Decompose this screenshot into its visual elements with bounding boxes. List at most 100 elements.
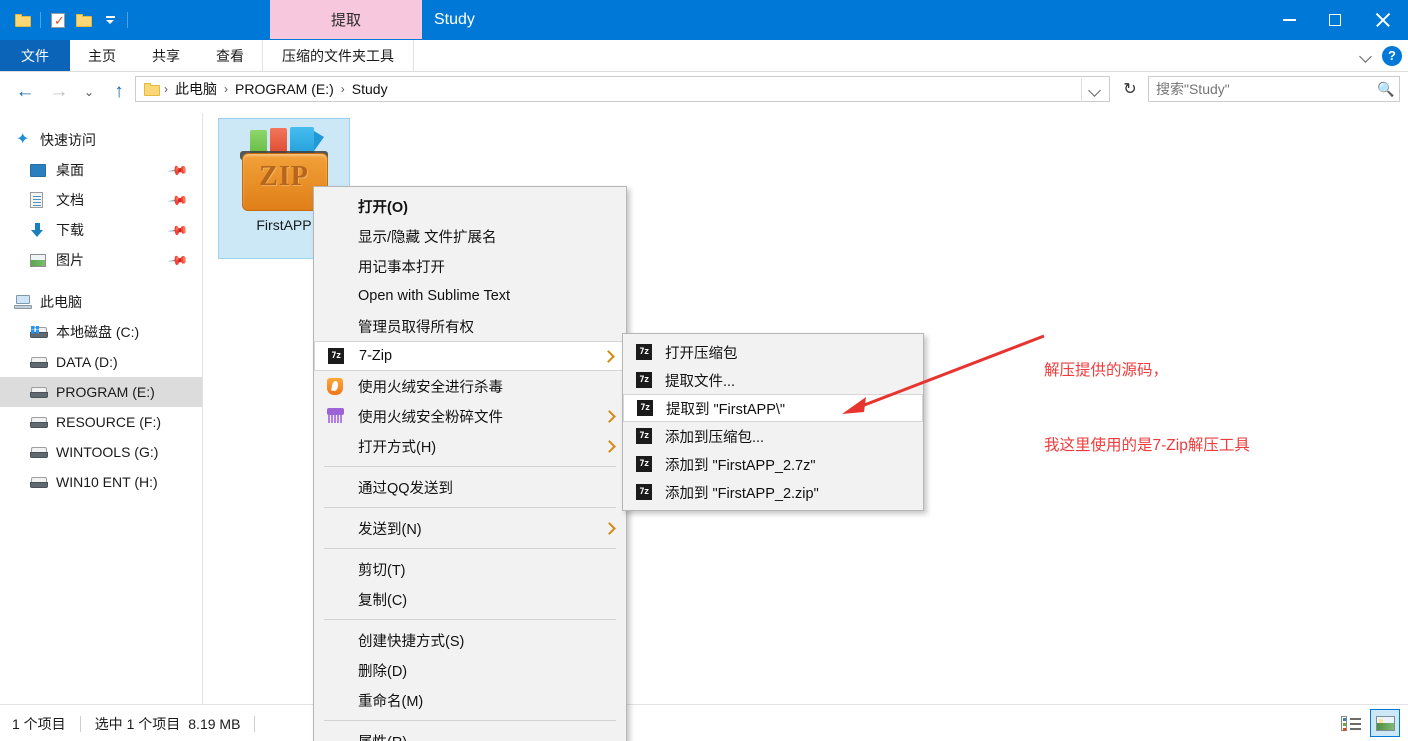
search-box[interactable]: 🔍 <box>1148 76 1400 102</box>
sidebar-item-wintools-g[interactable]: WINTOOLS (G:) <box>0 437 202 467</box>
this-pc-icon <box>14 294 38 310</box>
tab-compressed-folder-tools[interactable]: 压缩的文件夹工具 <box>262 40 414 71</box>
ribbon-tabs: 文件 主页 共享 查看 压缩的文件夹工具 <box>0 40 414 71</box>
sidebar-item-local-disk-c[interactable]: 本地磁盘 (C:) <box>0 317 202 347</box>
forward-button[interactable]: → <box>42 76 76 108</box>
star-pin-icon: ✦ <box>16 131 30 148</box>
folder-icon[interactable] <box>71 0 97 40</box>
menu-item-properties[interactable]: 属性(R) <box>314 726 626 741</box>
menu-item-label: 7-Zip <box>359 348 393 364</box>
menu-item-extract-files[interactable]: 7z 提取文件... <box>623 366 923 394</box>
pin-icon[interactable]: 📌 <box>167 160 189 183</box>
details-view-button[interactable] <box>1336 709 1366 737</box>
tab-file[interactable]: 文件 <box>0 40 70 71</box>
sidebar-item-resource-f[interactable]: RESOURCE (F:) <box>0 407 202 437</box>
drive-icon <box>30 476 54 489</box>
sidebar-item-label: 本地磁盘 (C:) <box>56 324 140 340</box>
menu-item-label: 删除(D) <box>358 663 408 680</box>
tab-home[interactable]: 主页 <box>70 40 134 71</box>
breadcrumb-item-program-e[interactable]: PROGRAM (E:) <box>230 81 339 97</box>
menu-item-extract-to-firstapp[interactable]: 7z 提取到 "FirstAPP\" <box>623 394 923 422</box>
pin-icon[interactable]: 📌 <box>167 220 189 243</box>
customize-dropdown-icon[interactable] <box>97 0 123 40</box>
submenu-7zip[interactable]: 7z 打开压缩包 7z 提取文件... 7z 提取到 "FirstAPP\" 7… <box>622 333 924 511</box>
large-icons-view-button[interactable] <box>1370 709 1400 737</box>
breadcrumb-item-this-pc[interactable]: 此电脑 <box>170 79 222 99</box>
sidebar-item-this-pc[interactable]: 此电脑 <box>0 287 202 317</box>
menu-item-label: 添加到 "FirstAPP_2.zip" <box>665 485 819 502</box>
menu-item-create-shortcut[interactable]: 创建快捷方式(S) <box>314 625 626 655</box>
menu-item-label: 打开(O) <box>358 199 408 216</box>
toolbar-divider <box>127 12 128 28</box>
pictures-icon <box>30 253 54 267</box>
pin-icon[interactable]: 📌 <box>167 250 189 273</box>
menu-item-huorong-shred[interactable]: 使用火绒安全粉碎文件 <box>314 401 626 431</box>
maximize-button[interactable] <box>1312 0 1358 40</box>
sidebar-item-label: WINTOOLS (G:) <box>56 444 159 460</box>
refresh-button[interactable]: ↻ <box>1117 76 1143 102</box>
menu-item-label: 提取到 "FirstAPP\" <box>666 401 786 418</box>
menu-item-add-to-firstapp-zip[interactable]: 7z 添加到 "FirstAPP_2.zip" <box>623 478 923 506</box>
ribbon-tab-strip: 文件 主页 共享 查看 压缩的文件夹工具 ? <box>0 40 1408 72</box>
sevenzip-icon: 7z <box>635 455 653 473</box>
minimize-button[interactable] <box>1266 0 1312 40</box>
menu-item-huorong-scan[interactable]: 使用火绒安全进行杀毒 <box>314 371 626 401</box>
menu-item-open-with-sublime-text[interactable]: Open with Sublime Text <box>314 281 626 311</box>
chevron-down-icon[interactable] <box>1360 50 1372 62</box>
menu-item-take-ownership[interactable]: 管理员取得所有权 <box>314 311 626 341</box>
menu-item-delete[interactable]: 删除(D) <box>314 655 626 685</box>
menu-item-cut[interactable]: 剪切(T) <box>314 554 626 584</box>
new-folder-icon[interactable] <box>10 0 36 40</box>
menu-item-label: 添加到 "FirstAPP_2.7z" <box>665 457 816 474</box>
window-title: Study <box>434 10 475 28</box>
menu-item-rename[interactable]: 重命名(M) <box>314 685 626 715</box>
properties-icon[interactable]: ✓ <box>45 0 71 40</box>
menu-item-toggle-file-extensions[interactable]: 显示/隐藏 文件扩展名 <box>314 221 626 251</box>
menu-item-label: 通过QQ发送到 <box>358 480 454 497</box>
sidebar-item-win10-ent-h[interactable]: WIN10 ENT (H:) <box>0 467 202 497</box>
sevenzip-icon: 7z <box>327 347 345 365</box>
menu-separator <box>324 507 616 508</box>
pin-icon[interactable]: 📌 <box>167 190 189 213</box>
shredder-icon <box>326 407 344 425</box>
sidebar-item-pictures[interactable]: 图片 📌 <box>0 245 202 275</box>
menu-item-add-to-archive[interactable]: 7z 添加到压缩包... <box>623 422 923 450</box>
tab-view[interactable]: 查看 <box>198 40 262 71</box>
search-input[interactable] <box>1149 80 1373 98</box>
breadcrumb-separator[interactable]: › <box>222 82 230 96</box>
tab-share[interactable]: 共享 <box>134 40 198 71</box>
menu-item-open[interactable]: 打开(O) <box>314 191 626 221</box>
close-button[interactable] <box>1358 0 1408 40</box>
back-button[interactable]: ← <box>8 76 42 108</box>
chevron-right-icon <box>603 440 616 453</box>
menu-item-send-via-qq[interactable]: 通过QQ发送到 <box>314 472 626 502</box>
navigation-pane[interactable]: ✦ 快速访问 桌面 📌 文档 📌 下载 📌 图片 📌 此电脑 本地磁盘 (C:)… <box>0 113 203 704</box>
sidebar-item-data-d[interactable]: DATA (D:) <box>0 347 202 377</box>
help-icon[interactable]: ? <box>1382 45 1402 66</box>
sidebar-item-quick-access[interactable]: ✦ 快速访问 <box>0 125 202 155</box>
menu-item-add-to-firstapp-7z[interactable]: 7z 添加到 "FirstAPP_2.7z" <box>623 450 923 478</box>
sidebar-item-label: DATA (D:) <box>56 354 118 370</box>
menu-item-7zip[interactable]: 7z 7-Zip <box>314 341 626 371</box>
menu-item-open-with-notepad[interactable]: 用记事本打开 <box>314 251 626 281</box>
context-menu[interactable]: 打开(O) 显示/隐藏 文件扩展名 用记事本打开 Open with Subli… <box>313 186 627 741</box>
menu-item-copy[interactable]: 复制(C) <box>314 584 626 614</box>
address-bar[interactable]: › 此电脑 › PROGRAM (E:) › Study <box>135 76 1110 102</box>
menu-item-label: 重命名(M) <box>358 693 424 710</box>
menu-item-label: 创建快捷方式(S) <box>358 633 465 650</box>
recent-locations-button[interactable]: ⌄ <box>76 76 102 108</box>
sidebar-item-program-e[interactable]: PROGRAM (E:) <box>0 377 202 407</box>
address-dropdown-icon[interactable] <box>1081 78 1108 102</box>
menu-item-open-archive[interactable]: 7z 打开压缩包 <box>623 338 923 366</box>
breadcrumb-separator[interactable]: › <box>339 82 347 96</box>
sidebar-item-downloads[interactable]: 下载 📌 <box>0 215 202 245</box>
menu-item-open-with[interactable]: 打开方式(H) <box>314 431 626 461</box>
sevenzip-icon: 7z <box>636 399 654 417</box>
breadcrumb-separator[interactable]: › <box>162 82 170 96</box>
breadcrumb-item-study[interactable]: Study <box>347 81 393 97</box>
menu-item-send-to[interactable]: 发送到(N) <box>314 513 626 543</box>
search-icon[interactable]: 🔍 <box>1373 81 1399 98</box>
sidebar-item-desktop[interactable]: 桌面 📌 <box>0 155 202 185</box>
sidebar-item-documents[interactable]: 文档 📌 <box>0 185 202 215</box>
up-button[interactable]: ↑ <box>102 76 136 108</box>
